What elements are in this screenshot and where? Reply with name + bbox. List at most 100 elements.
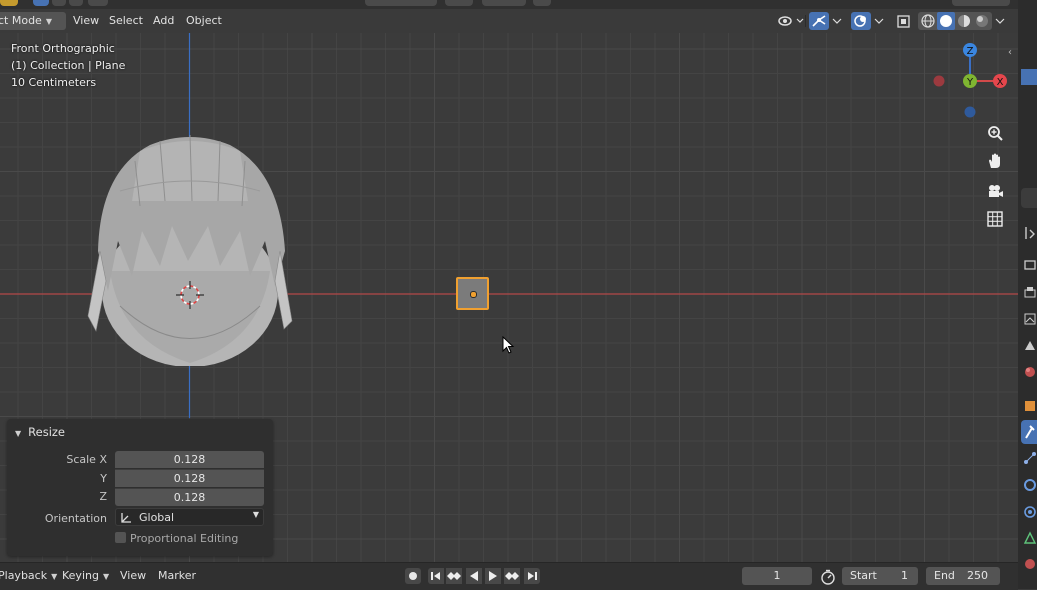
gizmo-dropdown-icon[interactable] xyxy=(831,12,843,30)
prev-keyframe-icon[interactable] xyxy=(446,568,462,584)
proportional-editing-checkbox[interactable] xyxy=(115,532,126,543)
selected-plane[interactable] xyxy=(456,277,489,310)
physics-tab-icon[interactable] xyxy=(1023,478,1037,492)
chevron-down-icon: ▼ xyxy=(252,510,259,519)
object-origin-dot xyxy=(470,291,477,298)
scale-x-label: Scale X xyxy=(66,453,107,466)
shading-mode-group xyxy=(918,12,992,30)
jump-end-icon[interactable] xyxy=(524,568,540,584)
object-tab-icon[interactable] xyxy=(1023,399,1037,413)
end-label: End xyxy=(934,569,955,582)
world-tab-icon[interactable] xyxy=(1023,365,1037,379)
properties-search-tab[interactable] xyxy=(1021,188,1037,208)
current-frame-field[interactable]: 1 xyxy=(742,567,812,585)
grid-perspective-icon[interactable] xyxy=(983,207,1007,231)
menu-view[interactable]: View xyxy=(67,12,105,30)
hand-pan-icon[interactable] xyxy=(983,149,1007,173)
timeline-header: Playback ▼ Keying ▼ View Marker 1 Start 1 … xyxy=(0,562,1018,590)
resize-panel-title: Resize xyxy=(28,425,66,439)
scene-tab-icon[interactable] xyxy=(1023,338,1037,352)
overlay-icon[interactable] xyxy=(851,12,871,30)
render-tab-icon[interactable] xyxy=(1023,258,1037,272)
resize-panel-header[interactable]: ▼ Resize xyxy=(15,425,65,439)
proportional-editing-label: Proportional Editing xyxy=(130,532,239,545)
orientation-axes-icon xyxy=(121,513,131,523)
gizmo-z-label: Z xyxy=(967,46,974,57)
outliner-selected-row[interactable] xyxy=(1021,69,1037,85)
start-frame-field[interactable]: Start 1 xyxy=(842,567,918,585)
camera-icon[interactable] xyxy=(983,179,1007,203)
select-mode-icon-2[interactable] xyxy=(52,0,66,6)
scale-z-field[interactable]: 0.128 xyxy=(115,488,264,506)
visibility-icon[interactable] xyxy=(776,12,804,30)
keying-menu[interactable]: Keying ▼ xyxy=(62,568,109,584)
shading-solid-icon[interactable] xyxy=(937,12,955,30)
jump-start-icon[interactable] xyxy=(428,568,444,584)
stopwatch-icon[interactable] xyxy=(820,569,836,585)
tool-icon-strip[interactable] xyxy=(0,0,18,6)
snap-toggle[interactable] xyxy=(482,0,526,6)
keying-label: Keying xyxy=(62,569,99,582)
marker-menu[interactable]: Marker xyxy=(158,568,196,584)
resize-operator-panel: ▼ Resize Scale X 0.128 Y 0.128 Z 0.128 Or… xyxy=(7,419,273,556)
play-icon[interactable] xyxy=(485,568,501,584)
scale-y-label: Y xyxy=(100,472,107,485)
select-mode-icon-4[interactable] xyxy=(88,0,108,6)
data-tab-icon[interactable] xyxy=(1023,531,1037,545)
record-icon[interactable] xyxy=(405,568,421,584)
menu-select[interactable]: Select xyxy=(103,12,149,30)
proportional-toggle[interactable] xyxy=(533,0,551,6)
shading-dropdown-icon[interactable] xyxy=(994,12,1006,30)
playback-menu[interactable]: Playback ▼ xyxy=(0,568,57,584)
mouse-pointer-icon xyxy=(502,336,515,354)
gizmo-icon[interactable] xyxy=(809,12,829,30)
timeline-view-menu[interactable]: View xyxy=(120,568,146,584)
head-mesh[interactable] xyxy=(80,131,300,366)
gizmo-x-label: X xyxy=(997,77,1004,88)
pivot-dropdown[interactable] xyxy=(445,0,473,6)
xray-icon[interactable] xyxy=(895,12,913,30)
chevron-down-icon: ▼ xyxy=(51,572,58,581)
select-mode-icon[interactable] xyxy=(33,0,49,6)
modifier-tab-active[interactable] xyxy=(1021,420,1037,444)
navigation-gizmo[interactable]: Z X Y xyxy=(925,39,1015,125)
collapse-arrow-icon: ▼ xyxy=(15,429,22,438)
shading-material-icon[interactable] xyxy=(956,13,972,29)
start-label: Start xyxy=(850,569,877,582)
top-toolbar-strip xyxy=(0,0,1037,9)
scale-x-field[interactable]: 0.128 xyxy=(115,451,264,468)
viewport-header: ct Mode ▼ View Select Add Object xyxy=(0,9,1018,33)
constraints-tab-icon[interactable] xyxy=(1023,505,1037,519)
scale-z-label: Z xyxy=(99,490,107,503)
end-value: 250 xyxy=(967,569,988,582)
menu-object[interactable]: Object xyxy=(180,12,228,30)
gizmo-y-label: Y xyxy=(966,77,974,88)
scale-info: 10 Centimeters xyxy=(11,76,97,89)
mode-select[interactable]: ct Mode ▼ xyxy=(0,12,66,30)
mode-select-label: ct Mode xyxy=(0,14,42,27)
output-tab-icon[interactable] xyxy=(1023,286,1037,300)
playback-label: Playback xyxy=(0,569,48,582)
menu-add[interactable]: Add xyxy=(147,12,180,30)
shading-wireframe-icon[interactable] xyxy=(920,13,936,29)
sidebar-expand-icon[interactable]: ‹ xyxy=(1008,47,1012,58)
tool-tab-icon[interactable] xyxy=(1023,226,1037,240)
orientation-value: Global xyxy=(139,511,175,524)
particles-tab-icon[interactable] xyxy=(1023,451,1037,465)
play-reverse-icon[interactable] xyxy=(466,568,482,584)
view-layer-tab-icon[interactable] xyxy=(1023,312,1037,326)
start-value: 1 xyxy=(901,569,908,582)
transform-orientation-dropdown[interactable] xyxy=(365,0,437,6)
header-separator xyxy=(805,15,806,27)
next-keyframe-icon[interactable] xyxy=(504,568,520,584)
select-mode-icon-3[interactable] xyxy=(69,0,83,6)
scale-y-field[interactable]: 0.128 xyxy=(115,469,264,487)
material-tab-icon[interactable] xyxy=(1023,557,1037,571)
overlay-dropdown-icon[interactable] xyxy=(873,12,885,30)
options-dropdown[interactable] xyxy=(952,0,1010,6)
zoom-icon[interactable] xyxy=(983,121,1007,145)
chevron-down-icon: ▼ xyxy=(45,17,52,26)
orientation-select[interactable]: Global ▼ xyxy=(115,508,264,526)
shading-rendered-icon[interactable] xyxy=(974,13,990,29)
end-frame-field[interactable]: End 250 xyxy=(926,567,1000,585)
